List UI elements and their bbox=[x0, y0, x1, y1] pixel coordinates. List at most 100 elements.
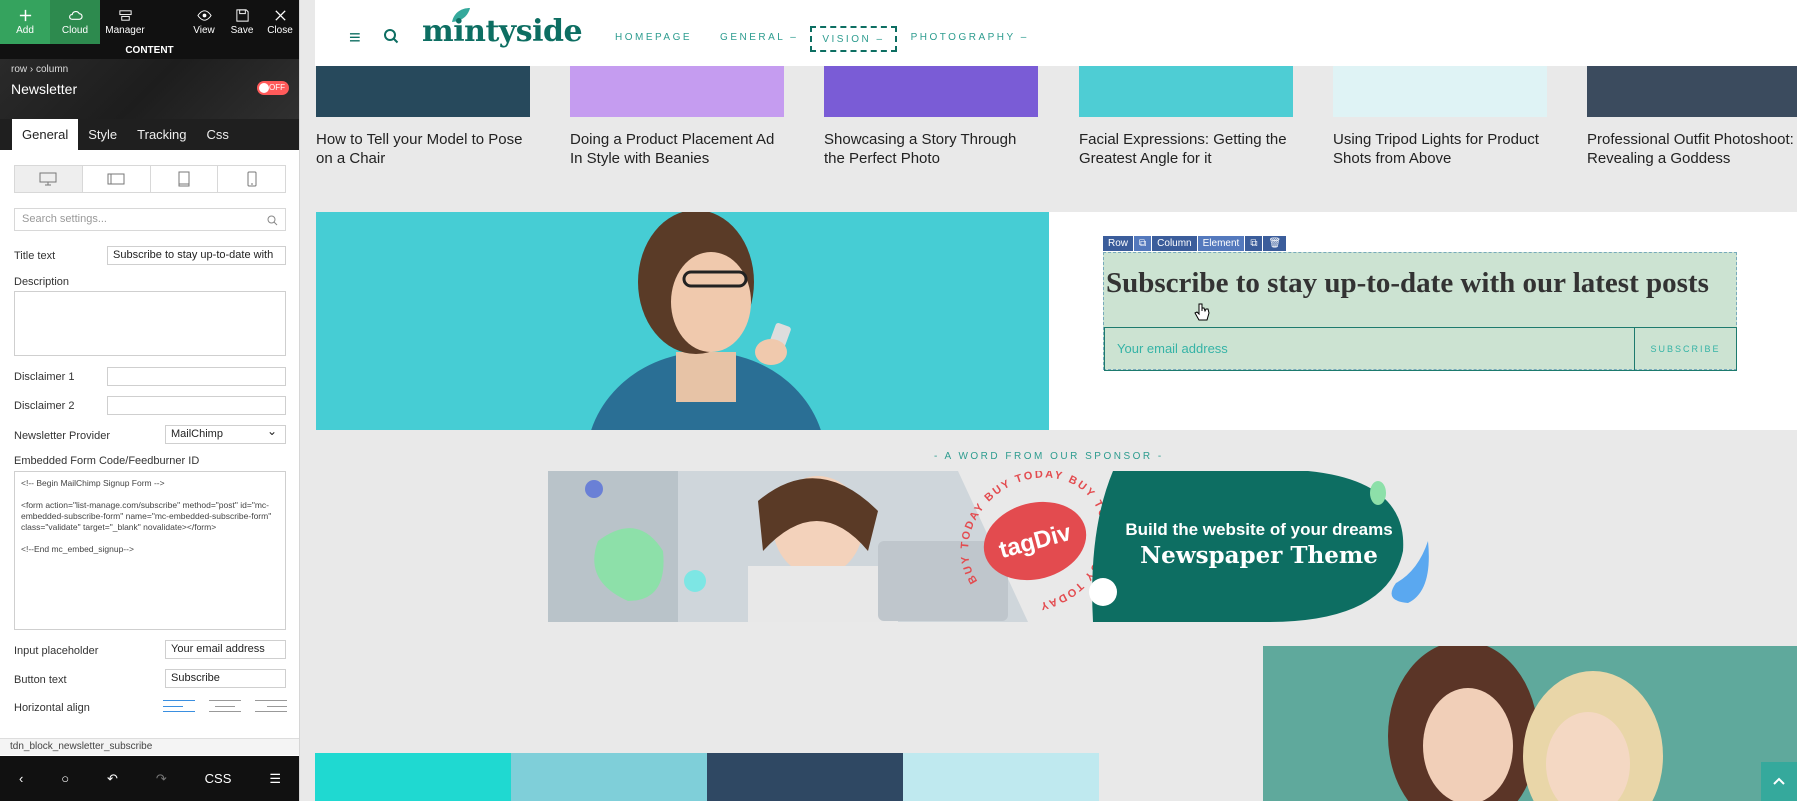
desktop-icon bbox=[39, 172, 57, 186]
home-circle-icon[interactable]: ○ bbox=[61, 771, 69, 786]
post-thumbnail[interactable] bbox=[316, 66, 530, 117]
title-text-label: Title text bbox=[14, 250, 56, 262]
post-title[interactable]: Professional Outfit Photoshoot: Revealin… bbox=[1587, 130, 1797, 168]
post-title[interactable]: Using Tripod Lights for Product Shots fr… bbox=[1333, 130, 1547, 168]
button-text-field[interactable]: Subscribe bbox=[165, 669, 286, 688]
delete-icon[interactable]: 🗑 bbox=[1263, 236, 1287, 251]
post-card[interactable]: Using Tripod Lights for Product Shots fr… bbox=[1333, 66, 1547, 168]
add-button[interactable]: Add bbox=[0, 0, 50, 44]
post-card[interactable]: Facial Expressions: Getting the Greatest… bbox=[1079, 66, 1293, 168]
disclaimer1-label: Disclaimer 1 bbox=[14, 371, 75, 383]
post-title[interactable]: Showcasing a Story Through the Perfect P… bbox=[824, 130, 1038, 168]
phone-icon bbox=[247, 171, 257, 187]
tablet-landscape-icon bbox=[107, 173, 125, 185]
post-thumbnail[interactable] bbox=[903, 753, 1099, 801]
post-card[interactable]: Showcasing a Story Through the Perfect P… bbox=[824, 66, 1038, 168]
element-title: Newsletter bbox=[11, 81, 78, 97]
editor-panel: Add Cloud Manager View Save Close CONTEN… bbox=[0, 0, 300, 801]
settings-search-input[interactable]: Search settings... bbox=[14, 208, 286, 231]
tablet-landscape-device-button[interactable] bbox=[83, 166, 151, 192]
embed-code-textarea[interactable]: <!-- Begin MailChimp Signup Form --> <fo… bbox=[14, 471, 286, 630]
tablet-portrait-device-button[interactable] bbox=[151, 166, 219, 192]
nav-homepage[interactable]: HOMEPAGE bbox=[615, 26, 692, 52]
sponsor-banner[interactable]: BUY TODAY BUY TODAY BUY TODAY BUY TODAY … bbox=[548, 439, 1498, 643]
post-card[interactable]: How to Tell your Model to Pose on a Chai… bbox=[316, 66, 530, 168]
description-textarea[interactable] bbox=[14, 291, 286, 356]
add-label: Add bbox=[16, 25, 34, 36]
align-right-icon[interactable] bbox=[255, 699, 287, 713]
tab-style[interactable]: Style bbox=[78, 119, 127, 150]
device-switcher bbox=[14, 165, 286, 193]
bottom-post-thumbnails bbox=[315, 753, 1099, 801]
disclaimer2-field[interactable] bbox=[107, 396, 286, 415]
back-icon[interactable]: ‹ bbox=[19, 771, 23, 786]
post-card[interactable]: Doing a Product Placement Ad In Style wi… bbox=[570, 66, 784, 168]
provider-selected-value: MailChimp bbox=[171, 428, 223, 440]
close-icon bbox=[274, 10, 286, 21]
menu-icon[interactable]: ≡ bbox=[349, 28, 361, 48]
layers-list-icon[interactable]: ☰ bbox=[269, 771, 281, 787]
plus-icon bbox=[19, 9, 31, 22]
element-handle[interactable]: Element bbox=[1197, 236, 1245, 251]
view-label: View bbox=[193, 25, 215, 36]
input-placeholder-field[interactable]: Your email address bbox=[165, 640, 286, 659]
post-title[interactable]: Doing a Product Placement Ad In Style wi… bbox=[570, 130, 784, 168]
breadcrumb[interactable]: row › column bbox=[11, 64, 68, 75]
main-nav: HOMEPAGE GENERAL – VISION – PHOTOGRAPHY … bbox=[615, 26, 1057, 52]
post-thumbnail[interactable] bbox=[1333, 66, 1547, 117]
undo-icon[interactable]: ↶ bbox=[107, 771, 118, 787]
nav-vision[interactable]: VISION – bbox=[810, 26, 897, 52]
newsletter-provider-select[interactable]: MailChimp bbox=[165, 425, 286, 444]
tab-tracking[interactable]: Tracking bbox=[127, 119, 196, 150]
block-name-status: tdn_block_newsletter_subscribe bbox=[0, 738, 299, 755]
tab-css[interactable]: Css bbox=[197, 119, 239, 150]
featured-portrait-image[interactable] bbox=[1263, 646, 1797, 801]
duplicate-icon[interactable]: ⧉ bbox=[1245, 236, 1263, 251]
post-title[interactable]: Facial Expressions: Getting the Greatest… bbox=[1079, 130, 1293, 168]
redo-icon[interactable]: ↷ bbox=[156, 771, 167, 787]
copy-icon[interactable]: ⧉ bbox=[1134, 236, 1152, 251]
post-thumbnail[interactable] bbox=[824, 66, 1038, 117]
tab-general[interactable]: General bbox=[12, 119, 79, 150]
desktop-device-button[interactable] bbox=[15, 166, 83, 192]
newsletter-email-input[interactable]: Your email address bbox=[1104, 327, 1634, 371]
row-handle[interactable]: Row bbox=[1103, 236, 1134, 251]
post-thumbnail[interactable] bbox=[570, 66, 784, 117]
cloud-button[interactable]: Cloud bbox=[50, 0, 100, 44]
post-card[interactable]: Professional Outfit Photoshoot: Revealin… bbox=[1587, 66, 1797, 168]
portrait-illustration bbox=[1388, 646, 1663, 801]
save-button[interactable]: Save bbox=[223, 0, 261, 44]
hand-cursor-icon bbox=[1194, 303, 1210, 321]
nav-photography[interactable]: PHOTOGRAPHY – bbox=[911, 26, 1029, 52]
scroll-to-top-button[interactable] bbox=[1761, 762, 1797, 801]
post-thumbnail[interactable] bbox=[1079, 66, 1293, 117]
post-thumbnail[interactable] bbox=[315, 753, 511, 801]
disclaimer1-field[interactable] bbox=[107, 367, 286, 386]
align-left-icon[interactable] bbox=[163, 699, 195, 713]
cloud-icon bbox=[68, 11, 83, 20]
title-text-field[interactable]: Subscribe to stay up-to-date with bbox=[107, 246, 286, 265]
search-icon[interactable] bbox=[383, 28, 399, 49]
phone-device-button[interactable] bbox=[218, 166, 285, 192]
align-center-icon[interactable] bbox=[209, 699, 241, 713]
manager-button[interactable]: Manager bbox=[100, 0, 150, 44]
column-handle[interactable]: Column bbox=[1152, 236, 1197, 251]
nav-general[interactable]: GENERAL – bbox=[720, 26, 798, 52]
woman-with-phone-illustration bbox=[591, 212, 821, 430]
settings-tabs: General Style Tracking Css bbox=[0, 119, 299, 150]
post-thumbnail[interactable] bbox=[511, 753, 707, 801]
subscribe-button[interactable]: SUBSCRIBE bbox=[1634, 327, 1737, 371]
banner-graphic: BUY TODAY BUY TODAY BUY TODAY BUY TODAY … bbox=[548, 439, 1429, 643]
post-thumbnail[interactable] bbox=[1587, 66, 1797, 117]
element-inline-toolbar: Row ⧉ Column Element ⧉ 🗑 bbox=[1103, 236, 1287, 251]
element-toggle[interactable]: OFF bbox=[257, 81, 289, 95]
post-title[interactable]: How to Tell your Model to Pose on a Chai… bbox=[316, 130, 530, 168]
floppy-icon bbox=[235, 9, 249, 22]
close-button[interactable]: Close bbox=[261, 0, 299, 44]
horizontal-align-options bbox=[163, 699, 287, 713]
post-thumbnail[interactable] bbox=[707, 753, 903, 801]
site-logo[interactable]: mintyside bbox=[422, 14, 583, 49]
css-button[interactable]: CSS bbox=[205, 771, 232, 786]
editor-bottom-bar: ‹ ○ ↶ ↷ CSS ☰ bbox=[0, 756, 299, 801]
view-button[interactable]: View bbox=[185, 0, 223, 44]
